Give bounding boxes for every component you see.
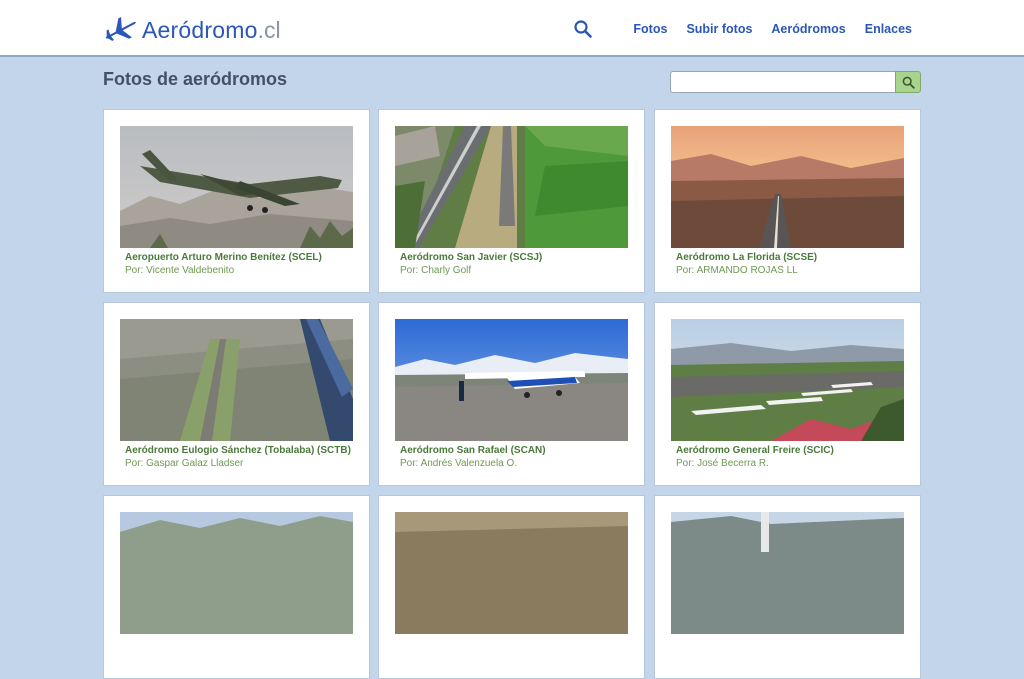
logo-tld: .cl <box>257 16 281 43</box>
nav-fotos[interactable]: Fotos <box>633 22 667 36</box>
logo-text: Aeródromo <box>142 16 258 43</box>
photo-card-row3-1[interactable] <box>103 495 370 679</box>
photo-title[interactable]: Aeródromo La Florida (SCSE) <box>676 252 916 263</box>
photo-title[interactable]: Aeródromo General Freire (SCIC) <box>676 445 916 456</box>
photo-author: Por: Charly Golf <box>400 265 472 276</box>
photo-image <box>395 319 628 441</box>
photo-author: Por: Vicente Valdebenito <box>125 265 235 276</box>
photo-image <box>671 319 904 441</box>
photo-row3-3[interactable] <box>671 512 904 634</box>
photo-image <box>395 126 628 248</box>
photo-row3-1[interactable] <box>120 512 353 634</box>
photo-title[interactable]: Aeródromo San Javier (SCSJ) <box>400 252 640 263</box>
search-form <box>670 71 921 93</box>
site-logo[interactable]: Aeródromo .cl <box>102 15 281 45</box>
photo-card-scse[interactable]: Aeródromo La Florida (SCSE) Por: ARMANDO… <box>654 109 921 293</box>
photo-author: Por: ARMANDO ROJAS LL <box>676 265 798 276</box>
photo-image <box>120 126 353 248</box>
photo-scel[interactable] <box>120 126 353 248</box>
nav-aerodromos[interactable]: Aeródromos <box>771 22 845 36</box>
photo-card-row3-2[interactable] <box>378 495 645 679</box>
photo-image <box>671 126 904 248</box>
photo-card-scsj[interactable]: Aeródromo San Javier (SCSJ) Por: Charly … <box>378 109 645 293</box>
photo-scsj[interactable] <box>395 126 628 248</box>
photo-image <box>120 319 353 441</box>
main-nav: Fotos Subir fotos Aeródromos Enlaces <box>574 0 912 57</box>
photo-author: Por: José Becerra R. <box>676 458 769 469</box>
photo-card-scan[interactable]: Aeródromo San Rafael (SCAN) Por: Andrés … <box>378 302 645 486</box>
photo-image <box>120 512 353 634</box>
search-icon <box>902 76 915 89</box>
photo-author: Por: Gaspar Galaz Lladser <box>125 458 244 469</box>
search-icon <box>574 19 593 38</box>
photo-scse[interactable] <box>671 126 904 248</box>
photo-card-scic[interactable]: Aeródromo General Freire (SCIC) Por: Jos… <box>654 302 921 486</box>
nav-subir-fotos[interactable]: Subir fotos <box>686 22 752 36</box>
photo-row3-2[interactable] <box>395 512 628 634</box>
nav-enlaces[interactable]: Enlaces <box>865 22 912 36</box>
photo-card-sctb[interactable]: Aeródromo Eulogio Sánchez (Tobalaba) (SC… <box>103 302 370 486</box>
nav-search-button[interactable] <box>574 19 593 38</box>
search-button[interactable] <box>895 71 921 93</box>
photo-author: Por: Andrés Valenzuela O. <box>400 458 518 469</box>
plane-icon <box>105 17 137 41</box>
search-input[interactable] <box>670 71 895 93</box>
photo-scic[interactable] <box>671 319 904 441</box>
photo-sctb[interactable] <box>120 319 353 441</box>
photo-title[interactable]: Aeródromo Eulogio Sánchez (Tobalaba) (SC… <box>125 445 365 456</box>
photo-card-row3-3[interactable] <box>654 495 921 679</box>
site-header: Aeródromo .cl Fotos Subir fotos Aeródromo… <box>0 0 1024 57</box>
photo-image <box>395 512 628 634</box>
photo-scan[interactable] <box>395 319 628 441</box>
page-title: Fotos de aeródromos <box>103 69 288 89</box>
photo-card-scel[interactable]: Aeropuerto Arturo Merino Benítez (SCEL) … <box>103 109 370 293</box>
photo-title[interactable]: Aeropuerto Arturo Merino Benítez (SCEL) <box>125 252 365 263</box>
photo-title[interactable]: Aeródromo San Rafael (SCAN) <box>400 445 640 456</box>
photo-image <box>671 512 904 634</box>
